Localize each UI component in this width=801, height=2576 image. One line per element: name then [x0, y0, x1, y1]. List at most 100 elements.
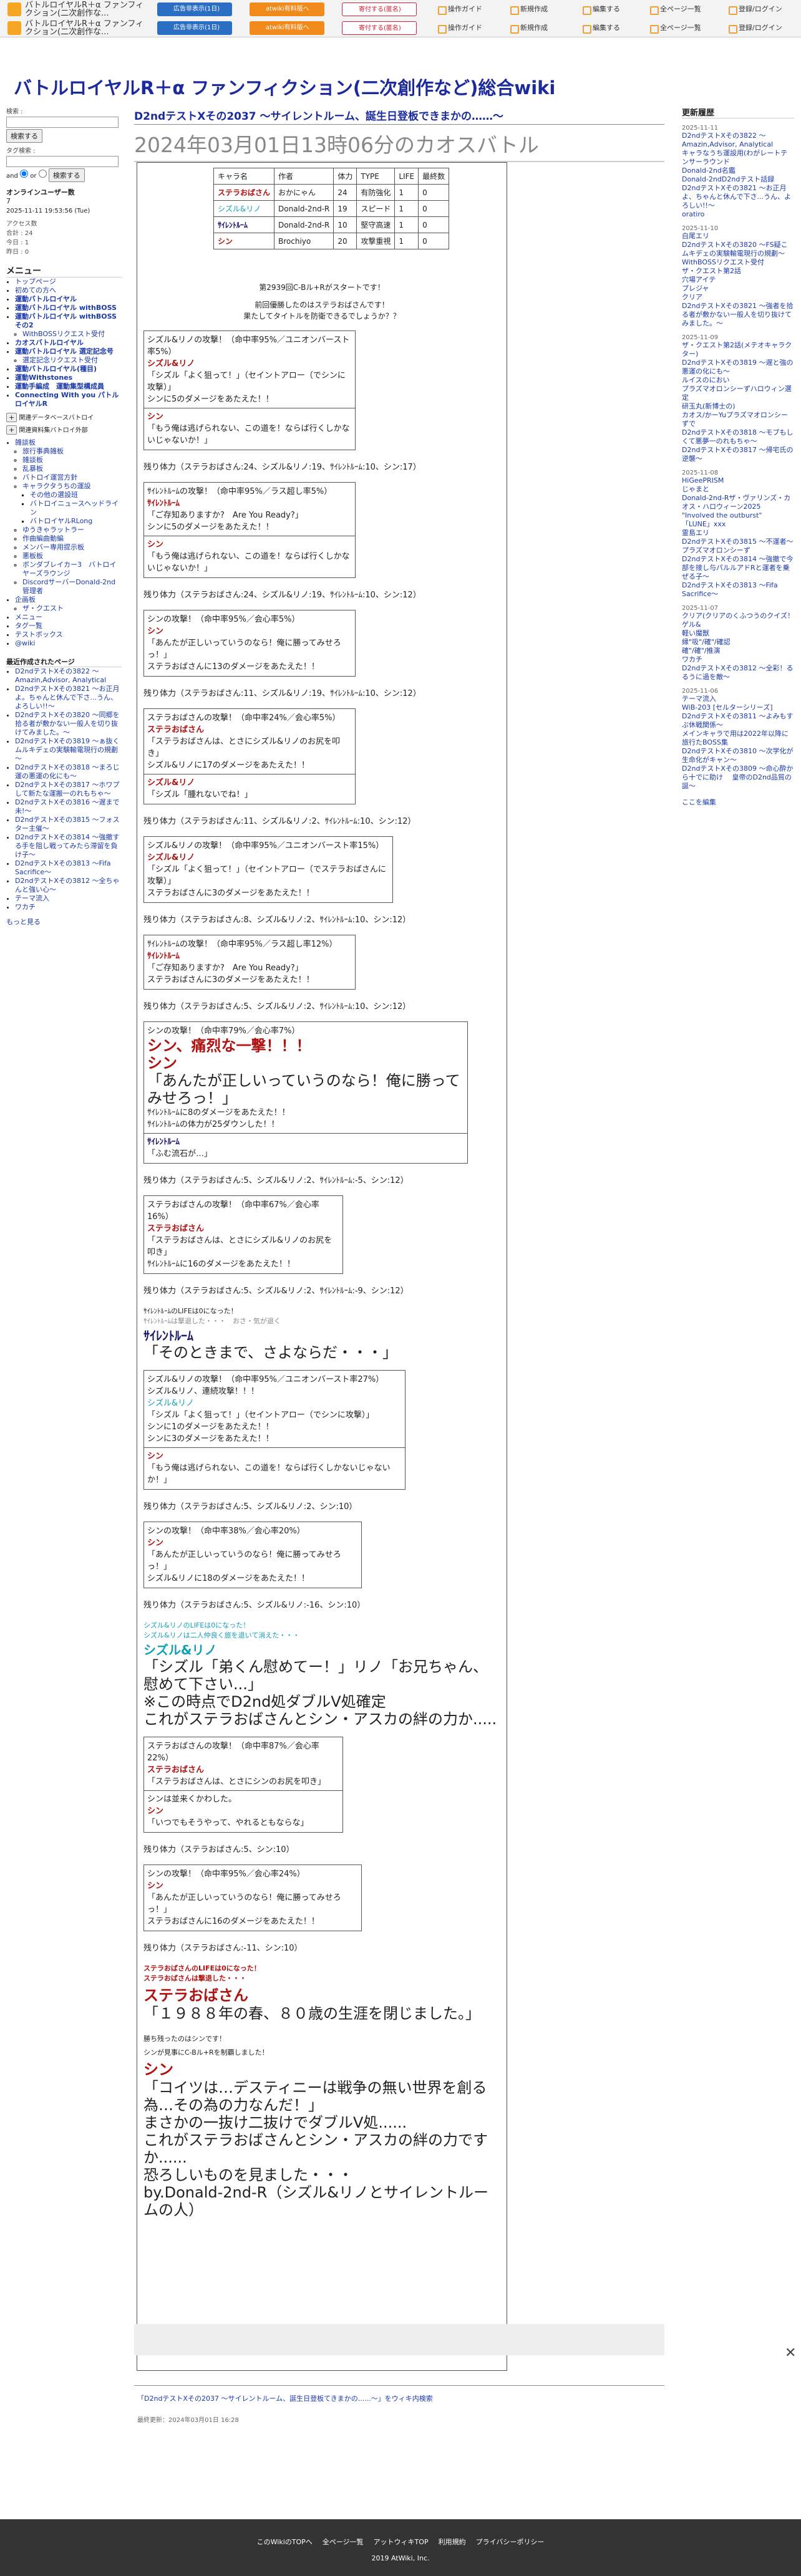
recent-link[interactable]: ワカチ [15, 903, 36, 911]
tree-link[interactable]: ザ・クエスト [22, 604, 64, 612]
recent-link[interactable]: D2ndテストXその3819 ～ぁ抜くムルキデェの実験輸電現行の規劃～ [15, 737, 119, 763]
tree-link[interactable]: ボンダブレイカー3 バトロイヤーズラウンジ [22, 561, 116, 577]
history-item[interactable]: キャラなうち運設用(わがレートテンサーラウンド [682, 149, 794, 166]
paid-version-button-2[interactable]: atwiki有料版へ [250, 21, 324, 35]
history-item[interactable]: 軽い魔獣 [682, 629, 794, 638]
tree-link[interactable]: 企画板 [15, 596, 36, 604]
donate-button[interactable]: 寄付する(匿名) [342, 2, 417, 16]
history-link[interactable]: D2ndテストXその3810 ～次学化が生命化がキャン～ [682, 747, 793, 764]
or-radio[interactable] [38, 170, 47, 178]
close-icon[interactable]: ✕ [785, 2347, 797, 2360]
tree-item[interactable]: バトロイニュースヘッドライン [30, 499, 122, 517]
history-link[interactable]: テーマ流入 [682, 695, 716, 703]
page-title[interactable]: D2ndテストXその2037 ～サイレントルーム、誕生日登板できまかの……～ [134, 107, 664, 125]
hide-ads-button-2[interactable]: 広告非表示(1日) [157, 21, 232, 35]
history-item[interactable]: D2ndテストXその3822 ～ Amazin,Advisor, Analyti… [682, 132, 794, 149]
history-link[interactable]: 「LUNE」xxx [682, 520, 726, 528]
search-button[interactable]: 検索する [6, 129, 42, 143]
menu-link[interactable]: 運動バトルロイヤル withBOSSその2 [15, 312, 117, 329]
tree-link[interactable]: メンバー専用提示板 [22, 543, 84, 551]
history-item[interactable]: D2ndテストXその3811 ～よみもすぶ休戦関係～ [682, 712, 794, 730]
tree-item[interactable]: ザ・クエスト [22, 604, 122, 613]
history-item[interactable]: WiB-203 [セルターシリーズ] [682, 703, 794, 712]
history-link[interactable]: D2ndテストXその3822 ～ Amazin,Advisor, Analyti… [682, 132, 773, 148]
footer-link[interactable]: 全ページ一覧 [323, 2538, 364, 2546]
history-link[interactable]: ゲル& [682, 620, 701, 629]
recent-link[interactable]: D2ndテストXその3822 ～ Amazin,Advisor, Analyti… [15, 667, 106, 684]
recent-link[interactable]: D2ndテストXその3812 ～全ちゃんと強い心～ [15, 877, 119, 894]
menu-item[interactable]: トップページ [15, 277, 122, 286]
history-link[interactable]: プラズマオロンシーず [682, 546, 750, 554]
toolbar-site-title[interactable]: バトルロイヤルR＋α ファンフィクション(二次創作な... [25, 1, 150, 17]
history-link[interactable]: D2ndテストXその3814 ～強撤で今部を接し与パルルアドRと運者を乗ぜる子～ [682, 555, 793, 581]
atwiki-logo-2[interactable] [7, 21, 21, 35]
more-link[interactable]: もっと見る [6, 918, 41, 926]
expand-toggle-icon-2[interactable]: + [6, 425, 17, 435]
menu-link[interactable]: Connecting With you パトルロイヤルR [15, 391, 119, 408]
wiki-search-link[interactable]: 「D2ndテストXその2037 ～サイレントルーム、誕生日登板てきまかの....… [137, 2393, 433, 2403]
history-link[interactable]: D2ndテストXその3813 ～Fifa Sacrifice～ [682, 581, 778, 598]
history-link[interactable]: D2ndテストXその3809 ～命心酔から十でに助け 皇帝のD2nd品質の誕～ [682, 765, 793, 790]
history-link[interactable]: D2ndテストXその3815 ～不運者～ [682, 538, 793, 546]
history-link[interactable]: カオス/かーYuプラズマオロンシーずで [682, 411, 788, 428]
login-link[interactable]: 登録/ログイン [727, 2, 782, 16]
recent-item[interactable]: テーマ流入 [15, 894, 122, 903]
recent-link[interactable]: D2ndテストXその3820 ～同郷を拾る者が敷かない一般人を切り抜けてみました… [15, 711, 119, 736]
tree-item[interactable]: 乱暴板 [22, 465, 122, 473]
history-item[interactable]: D2ndテストXその3813 ～Fifa Sacrifice～ [682, 581, 794, 599]
history-link[interactable]: Donald-2ndD2ndテスト話録 [682, 175, 774, 183]
all-pages-link-2[interactable]: 全ページ一覧 [649, 21, 701, 35]
tree-link[interactable]: キャラクタうちの運設 [22, 482, 91, 490]
recent-item[interactable]: D2ndテストXその3818 ～まろじ運の悪運の化にも～ [15, 763, 122, 781]
history-item[interactable]: oratiro [682, 210, 794, 219]
history-item[interactable]: 穴場アイテ [682, 276, 794, 284]
tree-link[interactable]: 雑談板 [22, 456, 43, 464]
tree-item[interactable]: タグ一覧 [15, 622, 122, 630]
tag-search-input[interactable] [6, 156, 119, 167]
recent-item[interactable]: D2ndテストXその3819 ～ぁ抜くムルキデェの実験輸電現行の規劃～ [15, 737, 122, 763]
tree-link[interactable]: 作曲編曲動編 [22, 534, 64, 543]
tree-item[interactable]: ボンダブレイカー3 バトロイヤーズラウンジ [22, 561, 122, 578]
site-title[interactable]: バトルロイヤルR＋α ファンフィクション(二次創作など)総合wiki [14, 74, 555, 100]
tree-link[interactable]: ゆうきゃラットラー [22, 526, 84, 534]
history-link[interactable]: Donald-2nd-Rザ・ヴァリンズ・カオス・ハロウィーン2025 "Invo… [682, 494, 790, 519]
history-link[interactable]: oratiro [682, 210, 704, 218]
history-link[interactable]: キャラなうち運設用(わがレートテンサーラウンド [682, 149, 787, 166]
menu-item[interactable]: WithBOSSリクエスト受付 [22, 330, 122, 339]
footer-link[interactable]: アットウィキTOP [374, 2538, 429, 2546]
history-item[interactable]: D2ndテストXその3818 ～モブもしくて悪夢一のれもちゃ～ [682, 428, 794, 446]
tree-item[interactable]: 企画板 [15, 596, 122, 604]
menu-item[interactable]: 運動Withstones [15, 374, 122, 382]
history-item[interactable]: ザ・クエスト第2話 [682, 267, 794, 276]
history-link[interactable]: プレジャ [682, 284, 709, 292]
menu-item[interactable]: 運動手編成 運動集型構成員 [15, 382, 122, 391]
menu-link[interactable]: 運動手編成 運動集型構成員 [15, 382, 104, 390]
edit-here-link[interactable]: ここを編集 [682, 798, 716, 806]
footer-link[interactable]: プライバシーポリシー [476, 2538, 545, 2546]
menu-item[interactable]: 選定記念リクエスト受付 [22, 356, 122, 365]
menu-link[interactable]: 運動バトルロイヤル withBOSS [15, 304, 117, 312]
paid-version-button[interactable]: atwiki有料版へ [250, 2, 324, 16]
guide-link[interactable]: 操作ガイド [437, 2, 482, 16]
history-item[interactable]: D2ndテストXその3810 ～次学化が生命化がキャン～ [682, 747, 794, 765]
history-item[interactable]: 霊島エリ [682, 529, 794, 538]
tree-item[interactable]: 旅行事典雑板 [22, 447, 122, 456]
recent-link[interactable]: テーマ流入 [15, 894, 49, 902]
history-link[interactable]: D2ndテストXその3819 ～遅と強の悪運の化にも～ [682, 359, 793, 375]
history-link[interactable]: クリア(クリアのくふつうのクイズ！ [682, 612, 794, 620]
recent-item[interactable]: D2ndテストXその3813 ～Fifa Sacrifice～ [15, 859, 122, 877]
footer-link[interactable]: このWikiのTOPへ [257, 2538, 313, 2546]
history-link[interactable]: HiGeePRISM [682, 476, 724, 485]
tree-item[interactable]: キャラクタうちの運設 [22, 482, 122, 491]
history-link[interactable]: ルイスのにおい [682, 376, 730, 384]
recent-link[interactable]: D2ndテストXその3814 ～強撤する手を阻し戦ってみたら滞留を負け子～ [15, 833, 119, 859]
history-link[interactable]: D2ndテストXその3817 ～帰宅氏の逆襲～ [682, 446, 793, 463]
history-item[interactable]: Donald-2ndD2ndテスト話録 [682, 175, 794, 184]
history-item[interactable]: Donald-2nd-Rザ・ヴァリンズ・カオス・ハロウィーン2025 "Invo… [682, 494, 794, 520]
history-item[interactable]: カオス/かーYuプラズマオロンシーずで [682, 411, 794, 428]
history-item[interactable]: WithBOSSリクエスト受付 [682, 258, 794, 267]
history-item[interactable]: クリア(クリアのくふつうのクイズ！ [682, 612, 794, 620]
history-item[interactable]: D2ndテストXその3821 ～強者を拾る者が敷かない一般人を切り抜けてみました… [682, 302, 794, 328]
history-item[interactable]: Donald-2nd名鑑 [682, 166, 794, 175]
tree-link[interactable]: 乱暴板 [22, 465, 43, 473]
